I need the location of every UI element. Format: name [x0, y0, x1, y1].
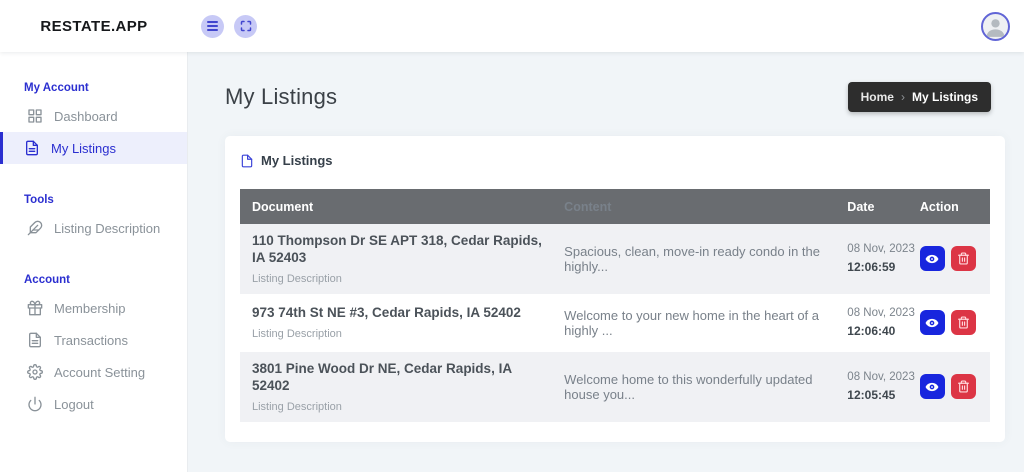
- file-text-icon: [24, 140, 40, 156]
- view-button[interactable]: [920, 246, 945, 271]
- grid-icon: [27, 108, 43, 124]
- trash-icon: [957, 252, 970, 265]
- action-cell: [920, 310, 978, 335]
- document-title: 973 74th St NE #3, Cedar Rapids, IA 5240…: [252, 305, 550, 322]
- card-header-title: My Listings: [261, 153, 333, 168]
- document-subtitle: Listing Description: [252, 401, 550, 413]
- content-cell: Welcome home to this wonderfully updated…: [564, 372, 847, 402]
- table-row: 110 Thompson Dr SE APT 318, Cedar Rapids…: [240, 224, 990, 294]
- sidebar-item-label: Logout: [54, 397, 94, 412]
- hamburger-icon: [207, 21, 218, 31]
- document-cell: 3801 Pine Wood Dr NE, Cedar Rapids, IA 5…: [252, 361, 564, 413]
- sidebar-item-transactions[interactable]: Transactions: [0, 324, 187, 356]
- view-button[interactable]: [920, 374, 945, 399]
- fullscreen-button[interactable]: [234, 15, 257, 38]
- sidebar-section-tools: Tools: [24, 194, 187, 206]
- column-header-date: Date: [847, 200, 920, 214]
- sidebar-item-label: Membership: [54, 301, 126, 316]
- sidebar-item-my-listings[interactable]: My Listings: [0, 132, 187, 164]
- power-icon: [27, 396, 43, 412]
- file-icon: [240, 154, 254, 168]
- sidebar-section-my-account: My Account: [24, 82, 187, 94]
- eye-icon: [925, 316, 939, 330]
- eye-icon: [925, 252, 939, 266]
- app-logo: RESTATE.APP: [40, 18, 147, 35]
- sidebar-item-listing-description[interactable]: Listing Description: [0, 212, 187, 244]
- date-cell: 08 Nov, 2023 12:06:59: [847, 243, 920, 274]
- menu-toggle-button[interactable]: [201, 15, 224, 38]
- document-title: 110 Thompson Dr SE APT 318, Cedar Rapids…: [252, 233, 550, 267]
- document-subtitle: Listing Description: [252, 328, 550, 340]
- feather-pen-icon: [27, 220, 43, 236]
- sidebar-item-label: Account Setting: [54, 365, 145, 380]
- date-value: 08 Nov, 2023: [847, 371, 920, 383]
- listings-card: My Listings Document Content Date Action…: [225, 136, 1005, 442]
- action-cell: [920, 374, 978, 399]
- eye-icon: [925, 380, 939, 394]
- breadcrumb-current: My Listings: [912, 90, 978, 104]
- sidebar-item-dashboard[interactable]: Dashboard: [0, 100, 187, 132]
- sidebar-item-logout[interactable]: Logout: [0, 388, 187, 420]
- breadcrumb-separator-icon: ›: [901, 90, 905, 104]
- column-header-action: Action: [920, 200, 978, 214]
- document-title: 3801 Pine Wood Dr NE, Cedar Rapids, IA 5…: [252, 361, 550, 395]
- time-value: 12:06:59: [847, 260, 920, 274]
- date-value: 08 Nov, 2023: [847, 307, 920, 319]
- topbar-actions: [201, 15, 257, 38]
- gift-icon: [27, 300, 43, 316]
- document-cell: 973 74th St NE #3, Cedar Rapids, IA 5240…: [252, 305, 564, 340]
- action-cell: [920, 246, 978, 271]
- file-text-icon: [27, 332, 43, 348]
- trash-icon: [957, 316, 970, 329]
- sidebar-item-label: Listing Description: [54, 221, 160, 236]
- content-cell: Welcome to your new home in the heart of…: [564, 308, 847, 338]
- sidebar-item-label: Dashboard: [54, 109, 118, 124]
- sidebar: My Account Dashboard My Listings Tools L…: [0, 52, 188, 472]
- time-value: 12:06:40: [847, 324, 920, 338]
- main-content: My Listings Home › My Listings My Listin…: [188, 52, 1024, 472]
- column-header-content: Content: [564, 200, 847, 214]
- sidebar-section-account: Account: [24, 274, 187, 286]
- delete-button[interactable]: [951, 310, 976, 335]
- sidebar-item-label: Transactions: [54, 333, 128, 348]
- table-header-row: Document Content Date Action: [240, 189, 990, 224]
- person-icon: [983, 14, 1008, 39]
- page-title: My Listings: [225, 84, 337, 110]
- trash-icon: [957, 380, 970, 393]
- sidebar-item-label: My Listings: [51, 141, 116, 156]
- gear-icon: [27, 364, 43, 380]
- column-header-document: Document: [252, 200, 564, 214]
- time-value: 12:05:45: [847, 388, 920, 402]
- breadcrumb-home-link[interactable]: Home: [861, 90, 894, 104]
- breadcrumb: Home › My Listings: [848, 82, 991, 112]
- content-cell: Spacious, clean, move-in ready condo in …: [564, 244, 847, 274]
- delete-button[interactable]: [951, 374, 976, 399]
- listings-table: Document Content Date Action 110 Thompso…: [240, 189, 990, 422]
- card-header: My Listings: [240, 153, 990, 168]
- sidebar-item-account-setting[interactable]: Account Setting: [0, 356, 187, 388]
- sidebar-item-membership[interactable]: Membership: [0, 292, 187, 324]
- page-head: My Listings Home › My Listings: [225, 52, 1005, 112]
- maximize-icon: [240, 20, 252, 32]
- user-avatar[interactable]: [981, 12, 1010, 41]
- date-cell: 08 Nov, 2023 12:06:40: [847, 307, 920, 338]
- view-button[interactable]: [920, 310, 945, 335]
- table-row: 973 74th St NE #3, Cedar Rapids, IA 5240…: [240, 294, 990, 352]
- delete-button[interactable]: [951, 246, 976, 271]
- topbar-right: [981, 12, 1010, 41]
- table-row: 3801 Pine Wood Dr NE, Cedar Rapids, IA 5…: [240, 352, 990, 422]
- document-cell: 110 Thompson Dr SE APT 318, Cedar Rapids…: [252, 233, 564, 285]
- topbar: RESTATE.APP: [0, 0, 1024, 52]
- date-cell: 08 Nov, 2023 12:05:45: [847, 371, 920, 402]
- logo-box: RESTATE.APP: [0, 18, 188, 35]
- date-value: 08 Nov, 2023: [847, 243, 920, 255]
- document-subtitle: Listing Description: [252, 273, 550, 285]
